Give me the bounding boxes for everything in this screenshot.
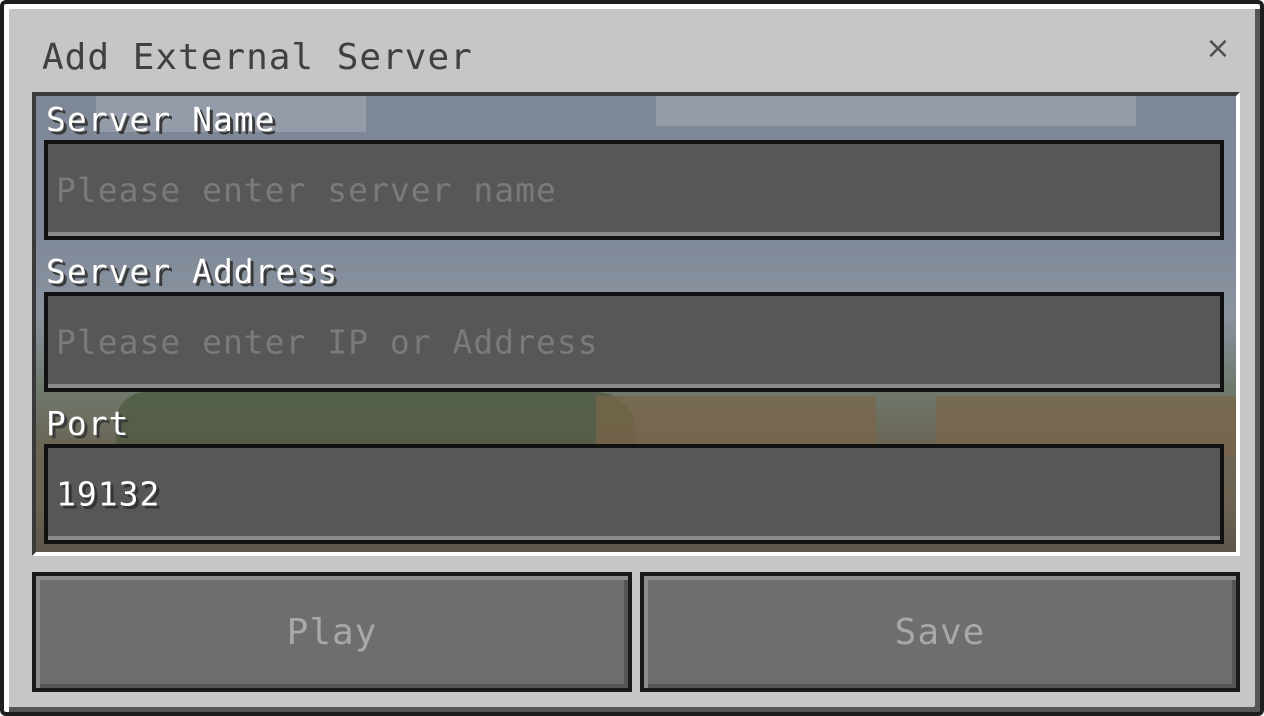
port-value: 19132 xyxy=(56,474,161,514)
add-server-dialog: Add External Server × Server Name Please… xyxy=(0,0,1264,716)
server-name-label: Server Name xyxy=(46,100,276,139)
dialog-title: Add External Server xyxy=(42,37,473,78)
server-address-placeholder: Please enter IP or Address xyxy=(56,322,599,362)
play-button-label: Play xyxy=(286,611,378,653)
port-label: Port xyxy=(46,404,130,443)
save-button[interactable]: Save xyxy=(640,572,1240,692)
server-name-input[interactable]: Please enter server name xyxy=(44,140,1224,240)
play-button[interactable]: Play xyxy=(32,572,632,692)
server-address-label: Server Address xyxy=(46,252,339,291)
port-input[interactable]: 19132 xyxy=(44,444,1224,544)
form-panel: Server Name Please enter server name Ser… xyxy=(32,92,1240,556)
save-button-label: Save xyxy=(894,611,986,653)
server-name-placeholder: Please enter server name xyxy=(56,170,557,210)
background-trees xyxy=(116,392,636,452)
background-scenery xyxy=(656,96,1136,126)
server-address-input[interactable]: Please enter IP or Address xyxy=(44,292,1224,392)
close-icon[interactable]: × xyxy=(1198,28,1238,68)
